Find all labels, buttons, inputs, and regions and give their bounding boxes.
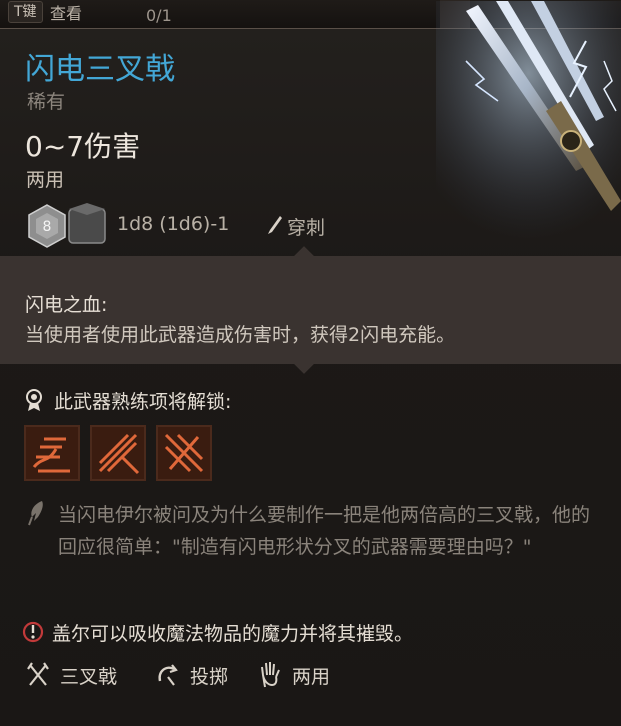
damage-dice-formula: 1d8 (1d6)-1 [117,213,230,235]
passive-section: 闪电之血: 当使用者使用此武器造成伤害时，获得2闪电充能。 [0,256,621,364]
lore-text: 当闪电伊尔被问及为什么要制作一把是他两倍高的三叉戟，他的回应很简单："制造有闪电… [58,504,591,558]
weakening-strike-action-icon[interactable] [156,425,212,481]
weapon-image [436,1,621,241]
versatile-hand-icon [261,662,280,688]
flourish-action-icon[interactable] [24,425,80,481]
quill-icon [28,501,43,526]
piercing-icon [268,216,282,234]
proficiency-icon [26,389,42,411]
item-name: 闪电三叉戟 [25,52,175,87]
item-count: 0/1 [146,6,172,25]
piercing-strike-action-icon[interactable] [90,425,146,481]
item-tooltip: 闪电三叉戟 稀有 0~7伤害 两用 8 1d8 (1d6)-1 穿刺 闪电之血:… [0,1,621,726]
tag-trident-label: 三叉戟 [60,666,118,688]
passive-name: 闪电之血: [25,294,108,316]
item-damage: 0~7伤害 [25,130,141,163]
dice-left-value: 8 [43,219,52,235]
dice-icon: 8 [28,203,106,248]
keybind-badge: T键 [8,1,43,23]
trident-icon [27,662,49,686]
passive-description: 当使用者使用此武器造成伤害时，获得2闪电充能。 [25,324,456,346]
keybind-label: 查看 [50,4,83,23]
throw-icon [158,664,178,686]
warning-icon [22,621,44,643]
tag-versatile-label: 两用 [292,666,331,688]
damage-dice-row: 8 1d8 (1d6)-1 穿刺 [25,201,425,251]
proficiency-label: 此武器熟练项将解锁: [54,391,232,413]
tag-throw-label: 投掷 [190,666,229,688]
item-rarity: 稀有 [27,91,66,113]
special-text: 盖尔可以吸收魔法物品的魔力并将其摧毁。 [52,623,414,645]
damage-type: 穿刺 [287,217,326,239]
item-handedness: 两用 [26,169,65,191]
